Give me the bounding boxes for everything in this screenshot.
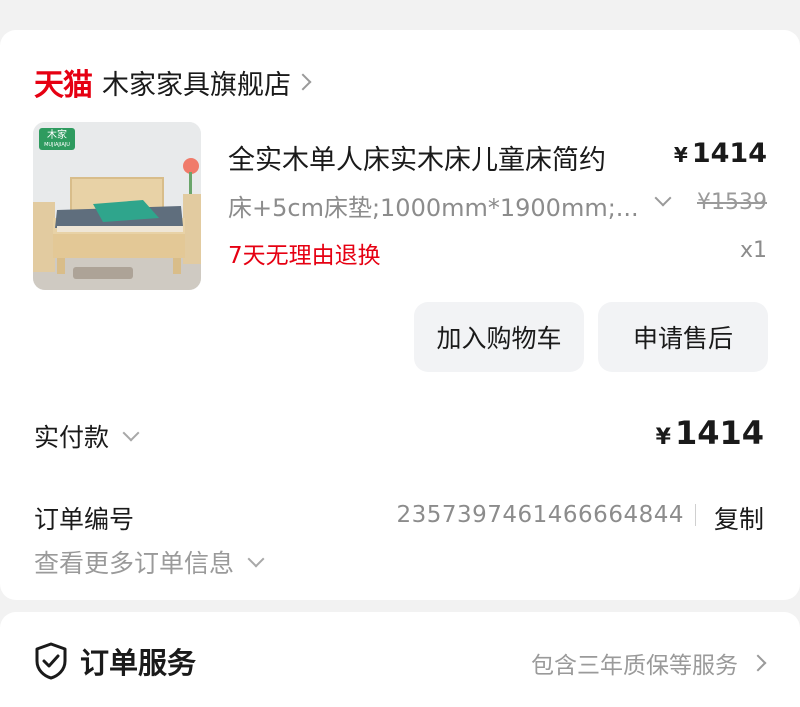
product-price: ¥1414 [674,138,767,169]
brand-tag-subtext: MUJIAJIAJU [44,142,70,148]
more-order-info-label: 查看更多订单信息 [34,549,235,578]
chevron-down-icon [247,550,265,568]
chevron-right-icon [294,73,312,91]
tmall-logo: 天猫 [34,68,93,103]
brand-tag-text: 木家 [47,130,67,141]
payment-amount: ¥1414 [656,414,764,452]
more-order-info-toggle[interactable]: 查看更多订单信息 [34,544,265,580]
product-thumbnail[interactable]: 木家 MUJIAJIAJU [33,122,201,290]
brand-tag: 木家 MUJIAJIAJU [39,128,75,150]
order-service-card[interactable]: 订单服务 包含三年质保等服务 [0,612,800,707]
amount-value: 1414 [674,414,764,452]
price-value: 1414 [691,138,767,169]
service-description: 包含三年质保等服务 [531,653,738,679]
service-title: 订单服务 [80,646,197,680]
quantity: x1 [739,238,767,263]
original-price: ¥1539 [697,190,767,215]
currency-symbol: ¥ [655,425,671,450]
divider [695,504,696,526]
service-header: 订单服务 [34,640,196,682]
shop-name[interactable]: 木家家具旗舰店 [102,63,291,102]
service-description-link[interactable]: 包含三年质保等服务 [531,646,767,680]
chevron-down-icon [122,424,140,442]
copy-button[interactable]: 复制 [714,500,764,536]
order-card: 天猫 木家家具旗舰店 木家 MUJIAJIAJU 全实木单人床实木床儿童床简约 [0,30,800,600]
currency-symbol: ¥ [673,143,688,167]
chevron-down-icon[interactable] [654,189,672,207]
chevron-right-icon [749,654,767,672]
payment-label-toggle[interactable]: 实付款 [34,418,140,454]
payment-label: 实付款 [34,423,110,452]
product-spec[interactable]: 床+5cm床垫;1000mm*1900mm;... [228,188,653,223]
product-title[interactable]: 全实木单人床实木床儿童床简约 [228,138,606,177]
order-number: 2357397461466664844 [396,502,684,528]
shield-check-icon [35,642,67,680]
order-number-label: 订单编号 [34,505,135,534]
return-policy: 7天无理由退换 [228,243,381,269]
after-sales-button[interactable]: 申请售后 [598,302,768,372]
add-to-cart-button[interactable]: 加入购物车 [414,302,584,372]
shop-header[interactable]: 天猫 木家家具旗舰店 [34,63,312,103]
